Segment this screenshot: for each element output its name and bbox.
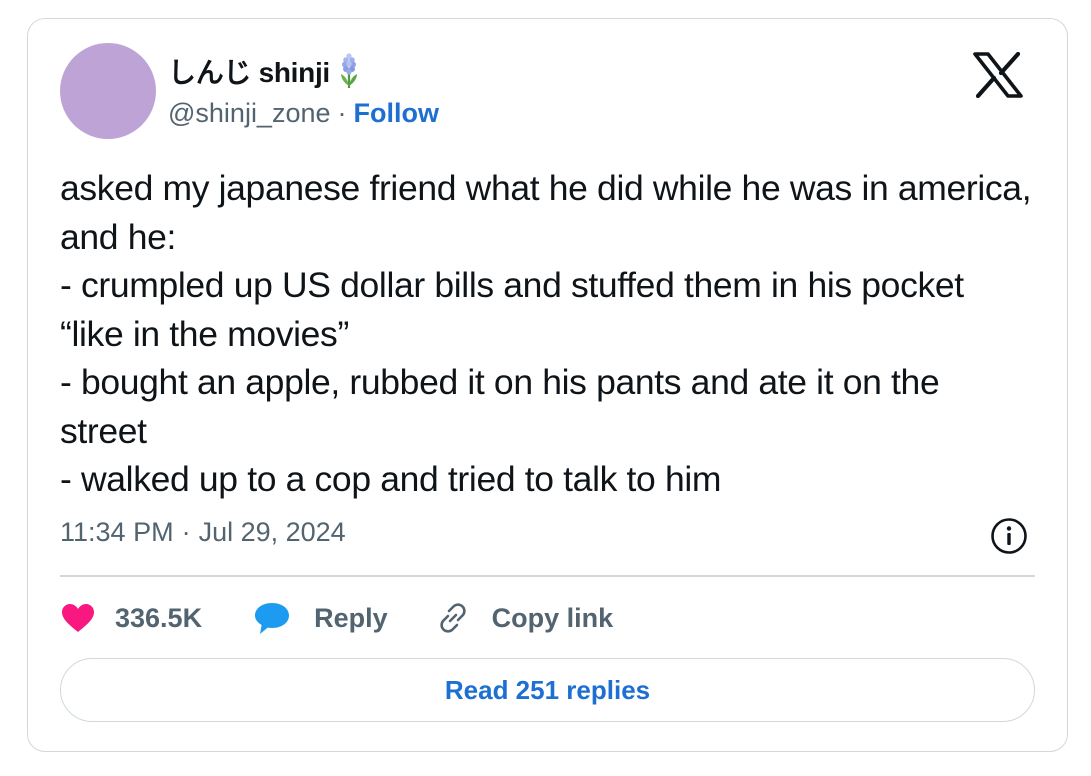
action-bar: 336.5K Reply Copy link: [60, 595, 613, 641]
like-button[interactable]: 336.5K: [60, 602, 202, 634]
like-count: 336.5K: [115, 602, 203, 633]
reply-button[interactable]: Reply: [252, 600, 388, 636]
follow-button[interactable]: Follow: [354, 98, 439, 129]
separator: ·: [181, 517, 191, 547]
read-replies-button[interactable]: Read 251 replies: [60, 658, 1035, 722]
info-icon[interactable]: [990, 517, 1028, 555]
divider: [60, 575, 1035, 577]
timestamp[interactable]: 11:34 PM · Jul 29, 2024: [60, 517, 346, 548]
x-logo-icon[interactable]: [973, 51, 1023, 99]
separator: ·: [337, 97, 347, 128]
tweet-line: - crumpled up US dollar bills and stuffe…: [60, 265, 964, 354]
copy-link-label: Copy link: [491, 602, 614, 633]
heart-icon: [60, 602, 96, 634]
handle-row: @shinji_zone · Follow: [168, 95, 439, 131]
reply-label: Reply: [314, 602, 388, 633]
tweet-card: しんじ shinji @shinji_zone · Follow asked m…: [27, 18, 1068, 752]
copy-link-button[interactable]: Copy link: [434, 599, 614, 637]
tweet-text: asked my japanese friend what he did whi…: [60, 164, 1035, 504]
author-handle[interactable]: @shinji_zone: [168, 98, 331, 129]
tweet-time: 11:34 PM: [60, 517, 174, 547]
display-name[interactable]: しんじ shinji: [168, 51, 330, 91]
reply-bubble-icon: [252, 600, 292, 636]
tweet-line: asked my japanese friend what he did whi…: [60, 168, 1032, 257]
tweet-line: - walked up to a cop and tried to talk t…: [60, 459, 722, 499]
hyacinth-icon: [336, 53, 362, 89]
avatar[interactable]: [60, 43, 156, 139]
link-icon: [434, 599, 472, 637]
tweet-line: - bought an apple, rubbed it on his pant…: [60, 362, 940, 451]
tweet-date: Jul 29, 2024: [198, 517, 346, 547]
author-name-row: しんじ shinji: [168, 51, 362, 91]
